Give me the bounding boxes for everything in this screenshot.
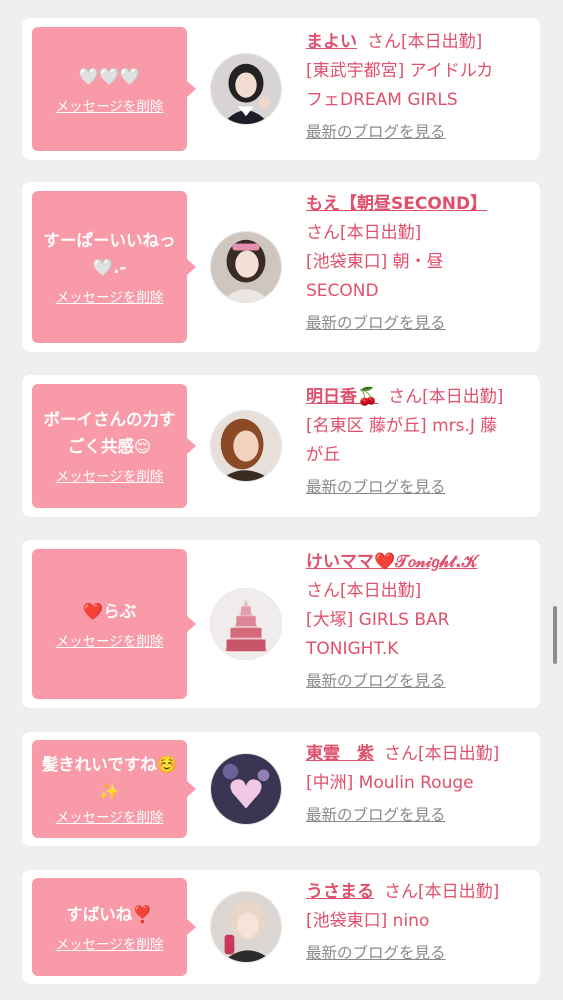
shop-name: [中洲] Moulin Rouge [306, 773, 474, 793]
cast-name-link[interactable]: もえ【朝昼SECOND】 [306, 194, 487, 214]
cast-info: まよい さん[本日出勤] [東武宇都宮] アイドルカ フェDREAM GIRLS … [306, 28, 534, 143]
message-card: ボーイさんの力す ごく共感😌 メッセージを削除 明日香🍒 さん[本日出勤] [名東… [22, 375, 540, 517]
latest-blog-link[interactable]: 最新のブログを見る [306, 804, 446, 826]
attendance-status: さん[本日出勤] [384, 744, 500, 764]
message-bubble: 🤍🤍🤍 メッセージを削除 [32, 27, 196, 151]
delete-message-link[interactable]: メッセージを削除 [56, 468, 164, 486]
message-text-line: すーぱーいいねっ [43, 231, 176, 250]
cast-info: うさまる さん[本日出勤] [池袋東口] nino 最新のブログを見る [306, 878, 534, 964]
delete-message-link[interactable]: メッセージを削除 [56, 809, 164, 827]
attendance-status: さん[本日出勤] [306, 223, 422, 243]
message-bubble: すばいね❣️ メッセージを削除 [32, 878, 196, 976]
latest-blog-link[interactable]: 最新のブログを見る [306, 476, 446, 498]
delete-message-link[interactable]: メッセージを削除 [56, 289, 164, 307]
message-card: ❤️らぶ メッセージを削除 けいママ❤️𝒯𝑜𝓃𝒾𝑔𝒽𝓉.𝒦 さん[本日出勤] [… [22, 540, 540, 708]
delete-message-link[interactable]: メッセージを削除 [56, 936, 164, 954]
attendance-status: さん[本日出勤] [306, 581, 422, 601]
attendance-status: さん[本日出勤] [384, 882, 500, 902]
message-card: すばいね❣️ メッセージを削除 うさまる さん[本日出勤] [池袋東口] nino… [22, 870, 540, 984]
message-text-line: 🤍.- [92, 258, 127, 277]
cast-info: もえ【朝昼SECOND】 さん[本日出勤] [池袋東口] 朝・昼 SECOND … [306, 190, 534, 334]
avatar[interactable] [210, 410, 282, 482]
shop-name: [池袋東口] nino [306, 911, 430, 931]
avatar[interactable] [210, 753, 282, 825]
message-text-line: ごく共感😌 [67, 437, 152, 456]
message-text-line: ボーイさんの力す [43, 410, 176, 429]
cast-info: 東雲 紫さん[本日出勤] [中洲] Moulin Rouge 最新のブログを見る [306, 740, 534, 826]
cast-name-link[interactable]: 東雲 紫 [306, 744, 374, 764]
shop-name: TONIGHT.K [306, 639, 399, 659]
latest-blog-link[interactable]: 最新のブログを見る [306, 670, 446, 692]
latest-blog-link[interactable]: 最新のブログを見る [306, 121, 446, 143]
cast-info: けいママ❤️𝒯𝑜𝓃𝒾𝑔𝒽𝓉.𝒦 さん[本日出勤] [大塚] GIRLS BAR … [306, 548, 534, 692]
message-text: ❤️らぶ [82, 601, 137, 621]
shop-name: が丘 [306, 445, 340, 465]
avatar[interactable] [210, 588, 282, 660]
shop-name: [池袋東口] 朝・昼 [306, 252, 444, 272]
avatar[interactable] [210, 891, 282, 963]
avatar[interactable] [210, 231, 282, 303]
shop-name: [大塚] GIRLS BAR [306, 610, 450, 630]
message-bubble: すーぱーいいねっ 🤍.- メッセージを削除 [32, 191, 196, 343]
cast-info: 明日香🍒 さん[本日出勤] [名東区 藤が丘] mrs.J 藤 が丘 最新のブログ… [306, 383, 534, 498]
delete-message-link[interactable]: メッセージを削除 [56, 633, 164, 651]
message-text-line: 髪きれいですね☺️ [41, 755, 178, 774]
message-bubble: 髪きれいですね☺️ ✨ メッセージを削除 [32, 740, 196, 838]
message-card: 🤍🤍🤍 メッセージを削除 まよい さん[本日出勤] [東武宇都宮] アイドルカ フ… [22, 18, 540, 160]
message-text: 🤍🤍🤍 [78, 66, 141, 86]
latest-blog-link[interactable]: 最新のブログを見る [306, 312, 446, 334]
cast-name-link[interactable]: まよい [306, 32, 357, 52]
scrollbar[interactable] [553, 606, 557, 664]
attendance-status: さん[本日出勤] [388, 387, 504, 407]
avatar[interactable] [210, 53, 282, 125]
cast-name-link[interactable]: けいママ❤️𝒯𝑜𝓃𝒾𝑔𝒽𝓉.𝒦 [306, 552, 477, 572]
message-bubble: ボーイさんの力す ごく共感😌 メッセージを削除 [32, 384, 196, 508]
shop-name: SECOND [306, 281, 379, 301]
message-text-line: ✨ [99, 782, 120, 801]
message-bubble: ❤️らぶ メッセージを削除 [32, 549, 196, 699]
cast-name-link[interactable]: うさまる [306, 882, 374, 902]
message-text: すばいね❣️ [66, 904, 153, 924]
attendance-status: さん[本日出勤] [367, 32, 483, 52]
message-card: すーぱーいいねっ 🤍.- メッセージを削除 もえ【朝昼SECOND】 さん[本日… [22, 182, 540, 352]
shop-name: [名東区 藤が丘] mrs.J 藤 [306, 416, 498, 436]
latest-blog-link[interactable]: 最新のブログを見る [306, 942, 446, 964]
shop-name: フェDREAM GIRLS [306, 90, 458, 110]
message-card: 髪きれいですね☺️ ✨ メッセージを削除 東雲 紫さん[本日出勤] [中洲] M… [22, 732, 540, 846]
shop-name: [東武宇都宮] アイドルカ [306, 61, 494, 81]
cast-name-link[interactable]: 明日香🍒 [306, 387, 378, 407]
delete-message-link[interactable]: メッセージを削除 [56, 98, 164, 116]
